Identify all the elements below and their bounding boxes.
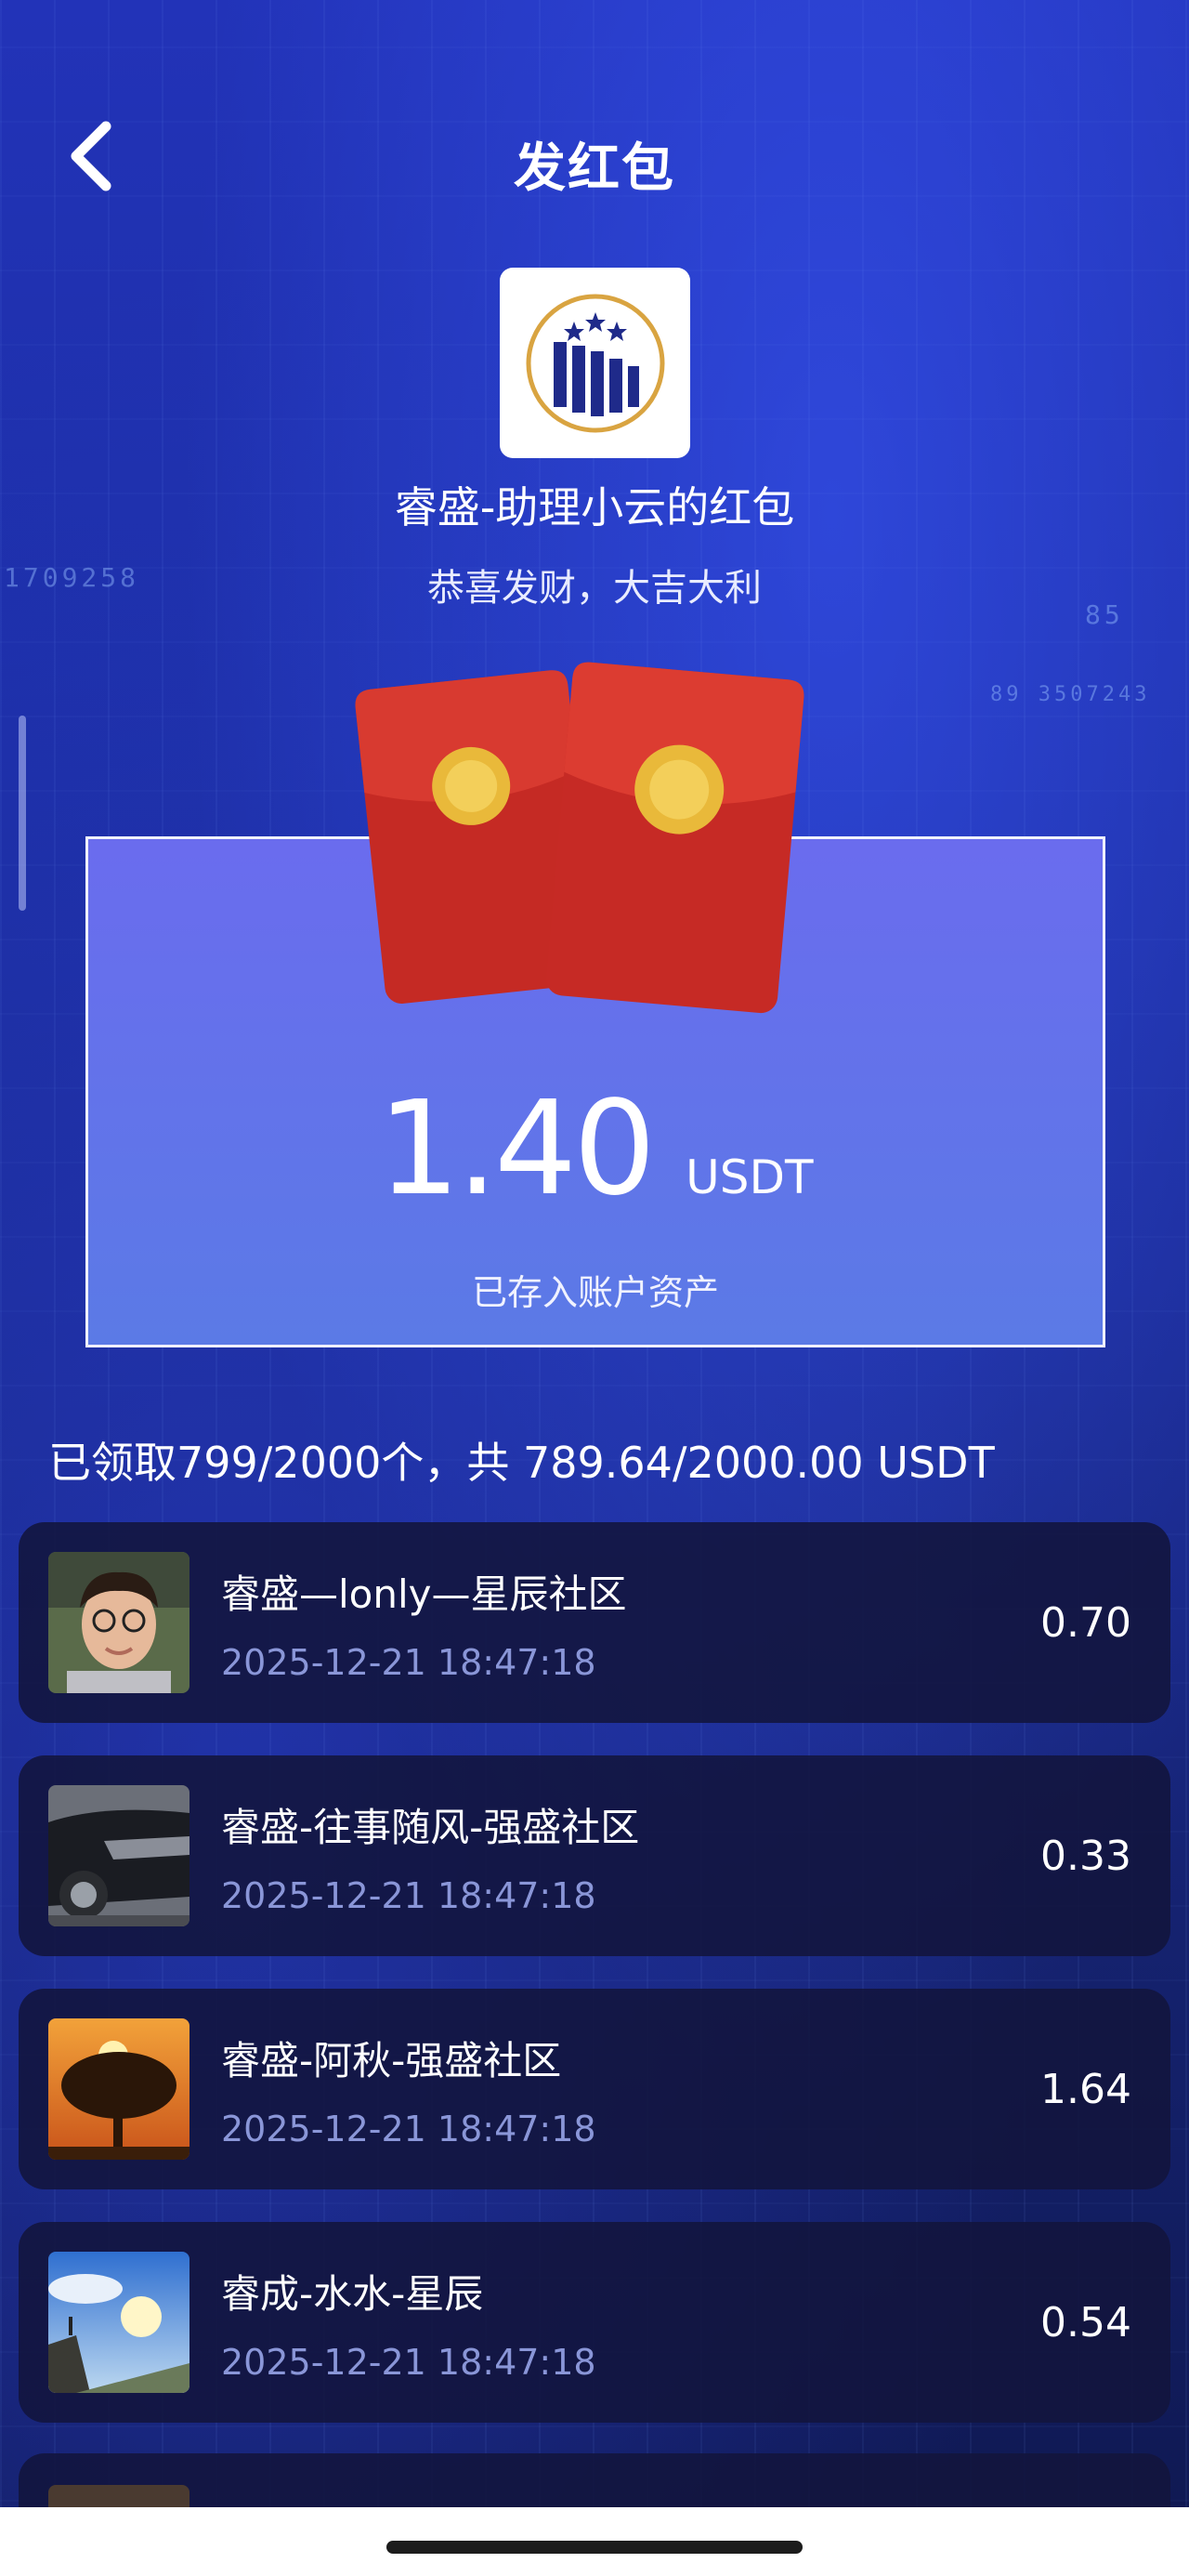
amount-value: 1.40 [377, 1073, 656, 1225]
list-item-partial[interactable] [19, 2453, 1170, 2509]
claim-amount: 1.64 [1040, 2065, 1131, 2113]
company-logo-icon [526, 294, 664, 432]
sender-name: 睿盛-助理小云的红包 [394, 482, 795, 532]
amount-display: 1.40 USDT [85, 1073, 1105, 1225]
bottom-bar [0, 2507, 1189, 2576]
list-item[interactable]: 睿盛-往事随风-强盛社区 2025-12-21 18:47:18 0.33 [19, 1755, 1170, 1956]
sender-logo [500, 268, 690, 458]
amount-note: 已存入账户资产 [471, 1272, 719, 1313]
blessing-text: 恭喜发财，大吉大利 [427, 567, 762, 610]
claim-summary: 已领取799/2000个，共 789.64/2000.00 USDT [48, 1438, 995, 1488]
page-title: 发红包 [514, 138, 675, 199]
sunset-tree-photo-icon [48, 2018, 189, 2160]
scroll-indicator [19, 716, 26, 911]
claimer-name: 睿盛—lonly—星辰社区 [221, 1571, 627, 1617]
background-number: 89 3507243 [990, 683, 1151, 706]
avatar [48, 1552, 189, 1693]
person-photo-icon [48, 1552, 189, 1693]
mountain-sky-photo-icon [48, 2252, 189, 2393]
list-item[interactable]: 睿盛—lonly—星辰社区 2025-12-21 18:47:18 0.70 [19, 1522, 1170, 1723]
claim-time: 2025-12-21 18:47:18 [221, 2108, 596, 2149]
home-indicator[interactable] [386, 2541, 803, 2554]
avatar [48, 2485, 189, 2509]
claim-amount: 0.54 [1040, 2298, 1131, 2346]
claimer-name: 睿盛-往事随风-强盛社区 [221, 1804, 640, 1850]
claim-time: 2025-12-21 18:47:18 [221, 1641, 596, 1683]
claim-time: 2025-12-21 18:47:18 [221, 1874, 596, 1916]
claim-time: 2025-12-21 18:47:18 [221, 2341, 596, 2383]
car-photo-icon [48, 1785, 189, 1926]
amount-unit: USDT [686, 1150, 814, 1204]
avatar [48, 2252, 189, 2393]
claimer-name: 睿盛-阿秋-强盛社区 [221, 2037, 562, 2083]
avatar [48, 1785, 189, 1926]
avatar [48, 2018, 189, 2160]
claim-amount: 0.70 [1040, 1598, 1131, 1647]
claim-amount: 0.33 [1040, 1832, 1131, 1880]
list-item[interactable]: 睿成-水水-星辰 2025-12-21 18:47:18 0.54 [19, 2222, 1170, 2423]
claimer-name: 睿成-水水-星辰 [221, 2270, 484, 2317]
list-item[interactable]: 睿盛-阿秋-强盛社区 2025-12-21 18:47:18 1.64 [19, 1989, 1170, 2189]
claim-list: 睿盛—lonly—星辰社区 2025-12-21 18:47:18 0.70 睿… [19, 1522, 1170, 2455]
red-envelope-icon [355, 662, 804, 1014]
